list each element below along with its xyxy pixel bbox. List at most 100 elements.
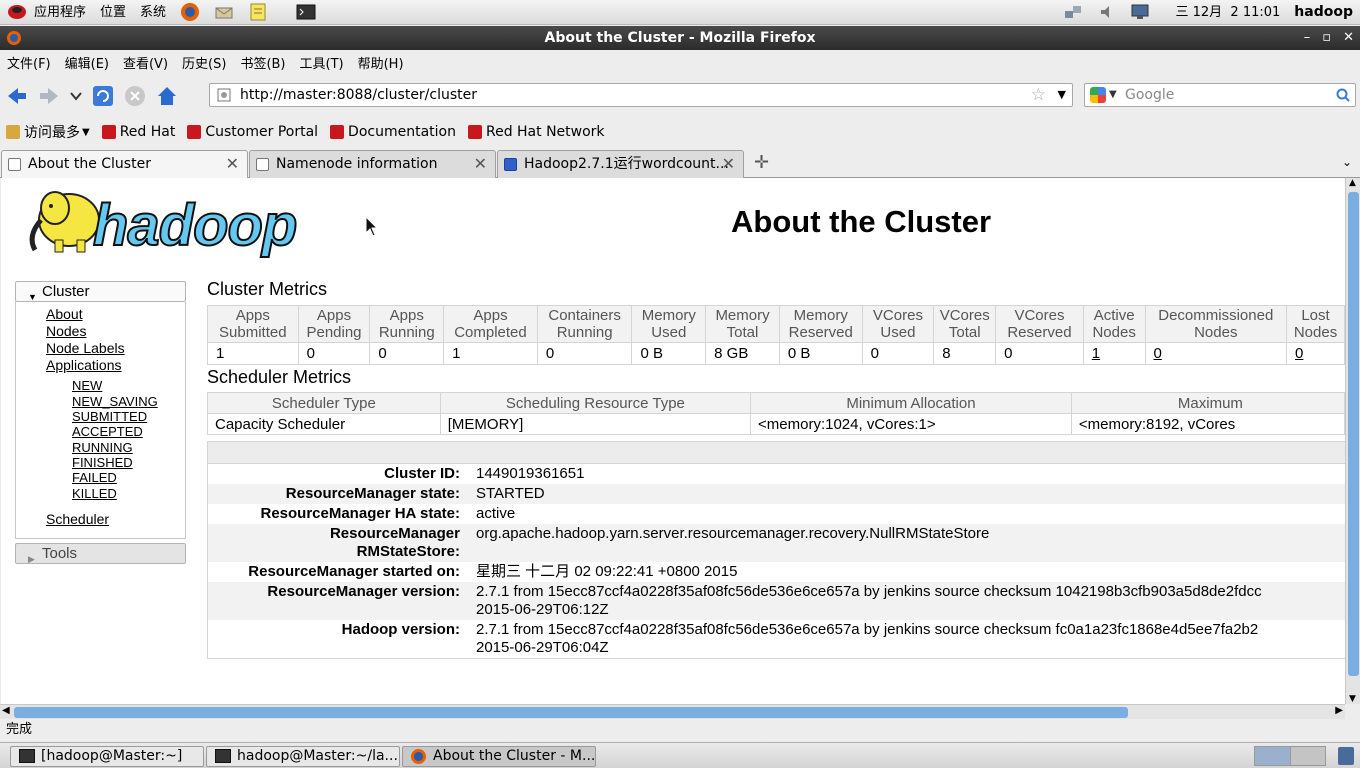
scroll-up-icon[interactable]: ▲ — [1349, 178, 1356, 188]
terminal-launcher-icon[interactable] — [295, 2, 317, 22]
tab-about-cluster[interactable]: About the Cluster ✕ — [1, 150, 248, 179]
new-tab-icon[interactable]: ✛ — [754, 152, 769, 173]
reload-icon[interactable] — [88, 81, 118, 111]
display-icon[interactable] — [1130, 2, 1152, 22]
menu-view[interactable]: 查看(V) — [116, 53, 175, 72]
app-state-finished[interactable]: FINISHED — [72, 455, 133, 470]
most-visited-bookmark[interactable]: 访问最多 ▼ — [6, 122, 90, 142]
firefox-launcher-icon[interactable] — [179, 2, 201, 22]
bookmark-customer-portal[interactable]: Customer Portal — [187, 124, 318, 140]
metrics-value-cell[interactable]: 0 — [1286, 342, 1345, 365]
task-firefox[interactable]: About the Cluster - M... — [402, 746, 596, 767]
metrics-header-cell[interactable]: Active Nodes — [1082, 305, 1146, 343]
cluster-section-header[interactable]: ▼ Cluster — [15, 281, 186, 302]
menu-help[interactable]: 帮助(H) — [351, 53, 411, 72]
system-menu[interactable]: 系统 — [133, 0, 173, 25]
metrics-header-cell[interactable]: Memory Total — [705, 305, 780, 343]
menu-bookmarks[interactable]: 书签(B) — [233, 53, 292, 72]
app-state-submitted[interactable]: SUBMITTED — [72, 409, 147, 424]
volume-icon[interactable] — [1096, 2, 1118, 22]
metrics-header-cell[interactable]: Decommissioned Nodes — [1144, 305, 1288, 343]
close-window-icon[interactable]: ✕ — [1343, 26, 1354, 50]
tab-namenode-information[interactable]: Namenode information ✕ — [249, 150, 496, 178]
metrics-header-cell[interactable]: VCores Used — [861, 305, 935, 343]
editor-launcher-icon[interactable] — [247, 2, 269, 22]
bookmark-star-icon[interactable]: ☆ — [1031, 84, 1046, 106]
app-state-accepted[interactable]: ACCEPTED — [72, 424, 143, 439]
list-all-tabs-icon[interactable]: ⌄ — [1342, 155, 1352, 169]
search-icon[interactable] — [1336, 88, 1350, 102]
task-terminal-1[interactable]: [hadoop@Master:~] — [10, 746, 204, 767]
metrics-header-cell[interactable]: Apps Completed — [443, 305, 538, 343]
close-tab-icon[interactable]: ✕ — [226, 151, 239, 177]
app-state-new-saving[interactable]: NEW_SAVING — [72, 394, 158, 409]
page-identity-icon[interactable] — [217, 88, 231, 102]
vertical-scrollbar[interactable]: ▲ ▼ — [1345, 178, 1360, 704]
vertical-scroll-thumb[interactable] — [1348, 192, 1359, 676]
bookmark-documentation[interactable]: Documentation — [330, 124, 456, 140]
col-scheduler-type[interactable]: Scheduler Type — [207, 392, 441, 414]
metrics-header-cell[interactable]: Memory Reserved — [778, 305, 863, 343]
metrics-header-cell[interactable]: Apps Running — [369, 305, 445, 343]
search-box[interactable]: ▼ Google — [1084, 83, 1356, 107]
back-icon[interactable] — [2, 81, 32, 111]
scroll-left-icon[interactable]: ◀ — [2, 705, 10, 716]
close-tab-icon[interactable]: ✕ — [474, 151, 487, 177]
metrics-header-cell[interactable]: Containers Running — [536, 305, 633, 343]
app-state-running[interactable]: RUNNING — [72, 440, 133, 455]
url-bar[interactable]: http://master:8088/cluster/cluster ☆ ▼ — [209, 83, 1073, 107]
metric-link[interactable]: 0 — [1154, 345, 1162, 362]
metrics-value-cell[interactable]: 0 — [1144, 342, 1288, 365]
workspace-switcher[interactable] — [1254, 746, 1326, 766]
horizontal-scroll-thumb[interactable] — [14, 707, 1128, 718]
workspace-2[interactable] — [1289, 747, 1325, 765]
url-dropdown-icon[interactable]: ▼ — [1058, 84, 1066, 106]
sidebar-link-nodes[interactable]: Nodes — [46, 323, 86, 339]
home-icon[interactable] — [152, 81, 182, 111]
places-menu[interactable]: 位置 — [93, 0, 133, 25]
app-state-killed[interactable]: KILLED — [72, 486, 117, 501]
sidebar-link-node-labels[interactable]: Node Labels — [46, 340, 125, 356]
sidebar-link-scheduler[interactable]: Scheduler — [46, 511, 109, 527]
mail-launcher-icon[interactable] — [213, 2, 235, 22]
user-name[interactable]: hadoop — [1287, 0, 1360, 25]
col-minimum-allocation[interactable]: Minimum Allocation — [750, 392, 1072, 414]
sidebar-link-applications[interactable]: Applications — [46, 357, 122, 373]
metric-link[interactable]: 1 — [1092, 345, 1100, 362]
metrics-header-cell[interactable]: VCores Total — [933, 305, 997, 343]
search-engine-dropdown-icon[interactable]: ▼ — [1109, 84, 1117, 106]
applications-menu[interactable]: 应用程序 — [34, 0, 93, 25]
menu-tools[interactable]: 工具(T) — [293, 53, 351, 72]
window-titlebar[interactable]: About the Cluster - Mozilla Firefox – ▫ … — [0, 26, 1360, 50]
app-state-failed[interactable]: FAILED — [72, 470, 117, 485]
trash-icon[interactable] — [1338, 747, 1354, 765]
forward-icon[interactable] — [34, 81, 64, 111]
hadoop-logo[interactable]: hadoop — [17, 186, 317, 259]
scroll-right-icon[interactable]: ▶ — [1335, 705, 1343, 716]
metrics-value-cell[interactable]: 1 — [1082, 342, 1146, 365]
menu-file[interactable]: 文件(F) — [0, 53, 58, 72]
bookmark-red-hat-network[interactable]: Red Hat Network — [467, 124, 605, 140]
metrics-header-cell[interactable]: Apps Submitted — [207, 305, 299, 343]
task-terminal-2[interactable]: hadoop@Master:~/la... — [206, 746, 400, 767]
network-icon[interactable] — [1062, 2, 1084, 22]
workspace-1[interactable] — [1255, 747, 1290, 765]
col-maximum-allocation[interactable]: Maximum — [1070, 392, 1345, 414]
sidebar-link-about[interactable]: About — [46, 306, 83, 322]
minimize-icon[interactable]: – — [1304, 26, 1311, 50]
scroll-down-icon[interactable]: ▼ — [1349, 694, 1356, 704]
bookmark-red-hat[interactable]: Red Hat — [101, 124, 175, 140]
metrics-header-cell[interactable]: Lost Nodes — [1286, 305, 1345, 343]
close-tab-icon[interactable]: ✕ — [722, 151, 735, 177]
search-engine-icon[interactable] — [1090, 87, 1106, 103]
horizontal-scrollbar[interactable]: ◀ ▶ — [0, 704, 1345, 719]
metrics-header-cell[interactable]: Memory Used — [631, 305, 707, 343]
history-dropdown-icon[interactable] — [66, 81, 86, 111]
metric-link[interactable]: 0 — [1295, 345, 1303, 362]
metrics-header-cell[interactable]: VCores Reserved — [995, 305, 1084, 343]
menu-history[interactable]: 历史(S) — [175, 53, 233, 72]
menu-edit[interactable]: 编辑(E) — [58, 53, 116, 72]
app-state-new[interactable]: NEW — [72, 378, 102, 393]
maximize-icon[interactable]: ▫ — [1322, 26, 1331, 50]
redhat-icon[interactable] — [6, 2, 28, 22]
